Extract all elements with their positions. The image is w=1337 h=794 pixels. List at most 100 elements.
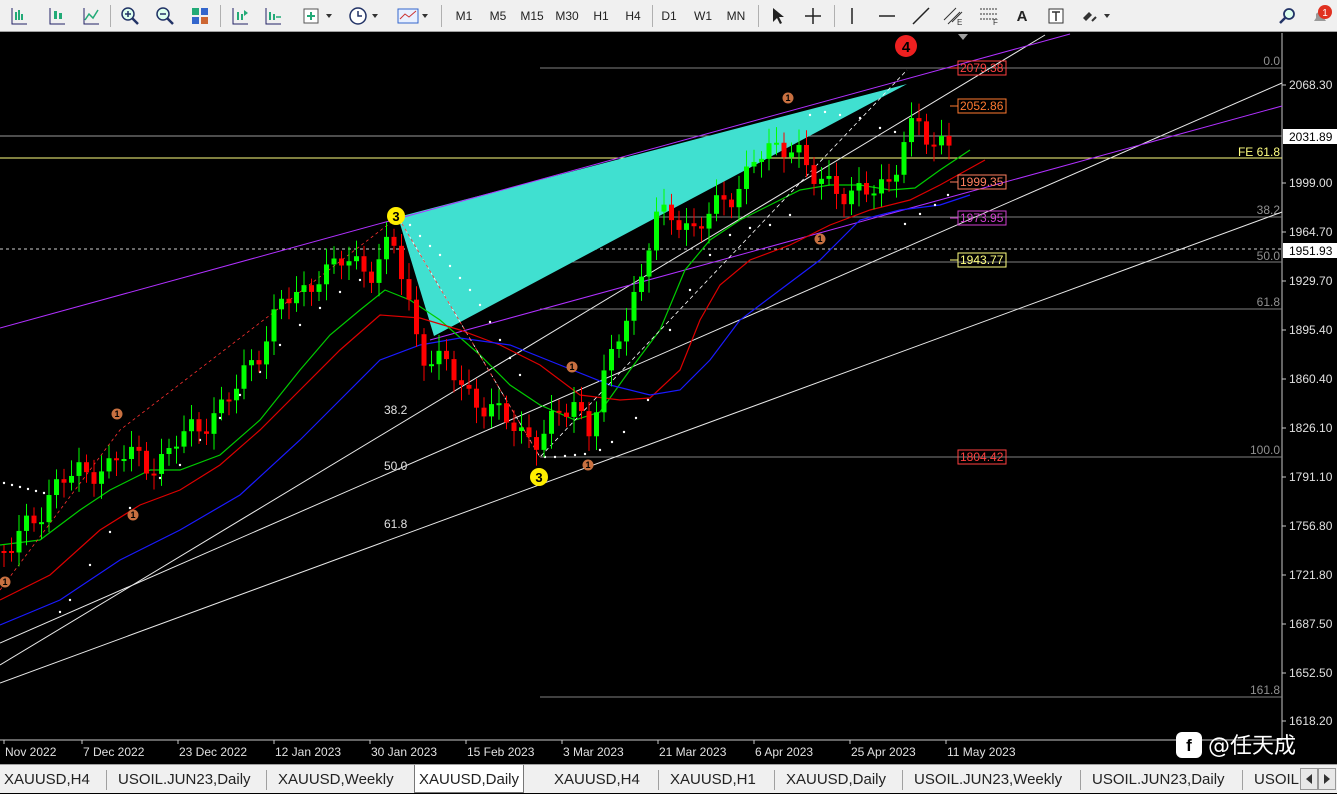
bear-candle [699, 226, 704, 229]
templates-icon[interactable] [394, 4, 432, 28]
watermark: f @任天成 [1176, 732, 1296, 759]
timeframe-m1[interactable]: M1 [451, 4, 477, 28]
bear-candle [369, 271, 374, 283]
timeframe-d1[interactable]: D1 [656, 4, 682, 28]
bear-candle [481, 407, 487, 417]
bull-candle [279, 298, 284, 310]
zoom-in-icon[interactable] [117, 4, 143, 28]
bear-candle [931, 144, 937, 147]
bear-candle [114, 458, 119, 461]
arrows-icon[interactable] [1078, 4, 1114, 28]
date-label: 23 Dec 2022 [179, 745, 247, 759]
horizontal-line-icon[interactable] [874, 4, 900, 28]
tab-xauusd-h4-2[interactable]: XAUUSD,H4 [550, 768, 644, 792]
crosshair-icon[interactable] [800, 4, 826, 28]
equidistant-channel-icon[interactable]: E [940, 4, 968, 28]
date-label: 15 Feb 2023 [467, 745, 535, 759]
toolbar-divider [441, 5, 442, 27]
bear-candle [204, 431, 209, 434]
search-icon[interactable] [1276, 4, 1300, 28]
tab-xauusd-daily-active[interactable]: XAUUSD,Daily [414, 765, 525, 793]
timeframe-w1[interactable]: W1 [690, 4, 716, 28]
bull-candle [654, 211, 659, 251]
bull-candle [549, 410, 554, 434]
autoscroll-icon[interactable] [260, 4, 286, 28]
candlestick-chart-icon[interactable] [44, 4, 70, 28]
fibonacci-retracement-icon[interactable]: F [976, 4, 1004, 28]
timeframe-m15[interactable]: M15 [517, 4, 547, 28]
bid-price: 1951.93 [1289, 244, 1333, 258]
bear-candle [834, 176, 839, 194]
bull-candle [789, 152, 794, 158]
date-label: 11 May 2023 [947, 745, 1016, 759]
tab-divider [266, 770, 267, 790]
cursor-icon[interactable] [766, 4, 790, 28]
bear-candle [31, 515, 37, 524]
price-label: 2068.30 [1289, 78, 1333, 92]
tab-divider [1242, 770, 1243, 790]
fib-level-100: 100.0 [1250, 443, 1280, 457]
chart-shift-icon[interactable] [227, 4, 253, 28]
fib-level-161: 161.8 [1250, 683, 1280, 697]
bull-candle [624, 320, 629, 342]
bear-candle [511, 422, 517, 432]
tab-xauusd-h1[interactable]: XAUUSD,H1 [666, 768, 760, 792]
timeframe-h1[interactable]: H1 [588, 4, 614, 28]
tab-usoil-jun23-daily[interactable]: USOIL.JUN23,Daily [114, 768, 255, 792]
bear-candle [144, 450, 149, 474]
indicators-icon[interactable] [300, 4, 336, 28]
text-label-icon[interactable] [1044, 4, 1068, 28]
date-label: 21 Mar 2023 [659, 745, 727, 759]
tab-scroll-right-button[interactable] [1318, 768, 1336, 790]
trendline-icon[interactable] [908, 4, 934, 28]
svg-text:E: E [957, 18, 962, 26]
timeframe-mn[interactable]: MN [722, 4, 750, 28]
bear-candle [556, 410, 562, 413]
toolbar-divider [652, 5, 653, 27]
timeframe-h4[interactable]: H4 [620, 4, 646, 28]
price-label: 1895.40 [1289, 323, 1333, 337]
bear-candle [361, 256, 367, 272]
tab-xauusd-weekly[interactable]: XAUUSD,Weekly [274, 768, 398, 792]
timeframe-m5[interactable]: M5 [485, 4, 511, 28]
tab-xauusd-h4[interactable]: XAUUSD,H4 [0, 768, 94, 792]
price-tag-2052: 2052.86 [960, 99, 1004, 113]
bull-candle [826, 176, 832, 179]
wave-1-label: 1 [114, 409, 119, 419]
bar-chart-icon[interactable] [6, 4, 32, 28]
wave-1-label: 1 [569, 362, 574, 372]
bear-candle [579, 402, 584, 412]
tile-windows-icon[interactable] [187, 4, 213, 28]
bull-candle [436, 350, 442, 365]
bear-candle [886, 179, 892, 182]
line-chart-icon[interactable] [78, 4, 104, 28]
vertical-line-icon[interactable] [840, 4, 864, 28]
notifications-icon[interactable]: 1 [1308, 4, 1334, 28]
periods-clock-icon[interactable] [346, 4, 382, 28]
bull-candle [519, 427, 524, 432]
wave-3-label-top: 3 [392, 209, 399, 224]
bull-candle [661, 204, 667, 212]
timeframe-m30[interactable]: M30 [552, 4, 582, 28]
bear-candle [721, 195, 727, 200]
bear-candle [196, 419, 202, 432]
chart-tabs: XAUUSD,H4 USOIL.JUN23,Daily XAUUSD,Weekl… [0, 764, 1337, 793]
zoom-out-icon[interactable] [152, 4, 178, 28]
svg-text:F: F [993, 18, 998, 26]
price-label: 1687.50 [1289, 617, 1333, 631]
text-tool-icon[interactable]: A [1010, 4, 1034, 28]
fe-61-label: FE 61.8 [1238, 145, 1280, 159]
tab-xauusd-daily-2[interactable]: XAUUSD,Daily [782, 768, 890, 792]
tab-usoil-jun23-weekly[interactable]: USOIL.JUN23,Weekly [910, 768, 1066, 792]
tab-divider [774, 770, 775, 790]
date-label: 25 Apr 2023 [851, 745, 916, 759]
bear-candle [444, 350, 449, 360]
bull-candle [646, 250, 652, 277]
tab-scroll-left-button[interactable] [1300, 768, 1318, 790]
price-chart[interactable]: 0.0 38.2 50.0 61.8 100.0 161.8 FE 61.8 3… [0, 33, 1337, 764]
bull-candle [129, 446, 134, 460]
tab-usoil[interactable]: USOIL [1250, 768, 1303, 792]
bear-candle [1, 551, 7, 553]
wave-1-label: 1 [785, 93, 790, 103]
tab-usoil-jun23-daily-2[interactable]: USOIL.JUN23,Daily [1088, 768, 1229, 792]
